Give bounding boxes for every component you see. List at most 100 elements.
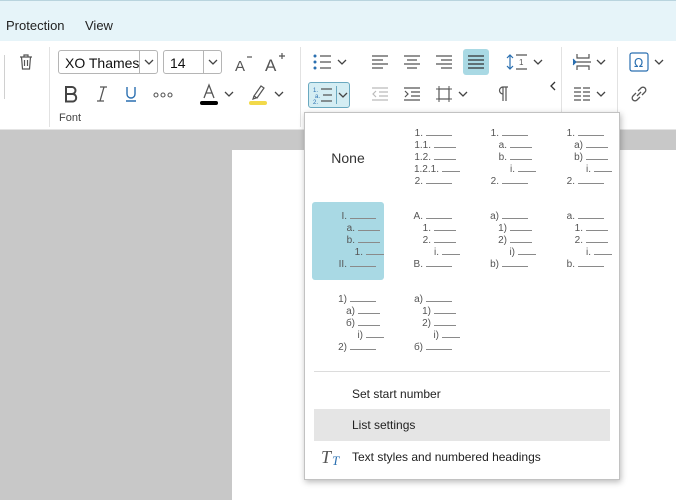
preset-level-row: 1) bbox=[464, 224, 536, 234]
preset-level-row: i. bbox=[464, 165, 536, 175]
numbering-preset-tile[interactable]: a) 1) 2) i) b) bbox=[464, 202, 536, 280]
justify-icon[interactable] bbox=[463, 49, 489, 75]
preset-level-line bbox=[442, 171, 460, 172]
symbol-icon[interactable]: Ω bbox=[628, 51, 650, 73]
highlight-icon[interactable] bbox=[247, 81, 269, 107]
preset-level-label: a. bbox=[346, 223, 355, 234]
numbering-preset-tile[interactable]: 1) a) б) i) 2) bbox=[312, 285, 384, 363]
preset-level-row: i) bbox=[464, 248, 536, 258]
preset-level-line bbox=[594, 171, 612, 172]
preset-level-line bbox=[578, 218, 604, 219]
preset-level-row: i. bbox=[388, 248, 460, 258]
italic-icon[interactable] bbox=[91, 83, 113, 105]
link-icon[interactable] bbox=[628, 83, 650, 105]
numbering-preset-tile[interactable]: 1. a. b. i. 2. bbox=[464, 119, 536, 197]
numbered-list-button[interactable]: 1. a. 2. bbox=[308, 82, 350, 108]
preset-level-label: 1. bbox=[354, 247, 363, 258]
preset-level-row: 1) bbox=[388, 307, 460, 317]
preset-level-label: a) bbox=[574, 140, 583, 151]
columns-icon[interactable] bbox=[570, 83, 594, 105]
numbering-none-tile[interactable]: None bbox=[312, 119, 384, 197]
preset-level-line bbox=[510, 159, 532, 160]
align-left-icon[interactable] bbox=[368, 51, 392, 73]
preset-level-row: A. bbox=[388, 212, 460, 222]
preset-level-label: i. bbox=[434, 247, 439, 258]
preset-level-row: II. bbox=[312, 260, 384, 270]
underline-icon[interactable] bbox=[120, 83, 142, 105]
page-break-icon[interactable] bbox=[570, 51, 594, 73]
menu-protection[interactable]: Protection bbox=[6, 18, 65, 33]
chevron-down-icon[interactable] bbox=[139, 51, 157, 73]
preset-level-row: б) bbox=[388, 343, 460, 353]
preset-level-label: i) bbox=[433, 330, 439, 341]
preset-level-line bbox=[586, 159, 608, 160]
preset-level-label: 1.2. bbox=[414, 152, 431, 163]
chevron-down-icon[interactable] bbox=[531, 55, 545, 69]
pilcrow-icon[interactable] bbox=[492, 83, 514, 105]
chevron-left-icon[interactable] bbox=[548, 79, 558, 93]
preset-level-row: 1.2. bbox=[388, 153, 460, 163]
preset-level-row: 1. bbox=[312, 248, 384, 258]
chevron-down-icon[interactable] bbox=[456, 87, 470, 101]
align-right-icon[interactable] bbox=[432, 51, 456, 73]
preset-level-label: b. bbox=[498, 152, 507, 163]
numbering-preset-tile[interactable]: I. a. b. 1. II. bbox=[312, 202, 384, 280]
preset-level-row: 1. bbox=[540, 224, 612, 234]
bullet-list-icon[interactable] bbox=[310, 51, 334, 73]
increase-indent-icon[interactable] bbox=[400, 83, 424, 105]
preset-level-line bbox=[518, 254, 536, 255]
preset-level-row: 2. bbox=[540, 236, 612, 246]
preset-level-row: a. bbox=[312, 224, 384, 234]
bold-icon[interactable] bbox=[60, 83, 82, 105]
more-formatting-icon[interactable] bbox=[151, 85, 175, 105]
preset-level-label: a) bbox=[414, 294, 423, 305]
align-center-icon[interactable] bbox=[400, 51, 424, 73]
preset-level-line bbox=[426, 349, 452, 350]
preset-level-label: 1.2.1. bbox=[413, 164, 439, 175]
text-styles-item[interactable]: TT Text styles and numbered headings bbox=[314, 441, 610, 473]
paragraph-borders-icon[interactable] bbox=[432, 83, 456, 105]
numbering-preset-tile[interactable]: a) 1) 2) i) б) bbox=[388, 285, 460, 363]
chevron-down-icon[interactable] bbox=[335, 55, 349, 69]
chevron-down-icon[interactable] bbox=[203, 51, 221, 73]
chevron-down-icon[interactable] bbox=[652, 55, 666, 69]
preset-level-row: b) bbox=[464, 260, 536, 270]
preset-level-row: a) bbox=[388, 295, 460, 305]
menu-view[interactable]: View bbox=[85, 18, 113, 33]
preset-level-line bbox=[426, 218, 452, 219]
decrease-font-icon[interactable]: A bbox=[232, 51, 256, 75]
preset-level-label: i) bbox=[357, 330, 363, 341]
ribbon-divider bbox=[4, 55, 5, 99]
set-start-number-label: Set start number bbox=[352, 387, 441, 401]
numbering-preset-tile[interactable]: a. 1. 2. i. b. bbox=[540, 202, 612, 280]
numbering-preset-tile[interactable]: A. 1. 2. i. B. bbox=[388, 202, 460, 280]
font-name-combo[interactable]: XO Thames bbox=[58, 50, 158, 74]
preset-level-row: 1.2.1. bbox=[388, 165, 460, 175]
delete-icon[interactable] bbox=[16, 51, 36, 73]
font-color-icon[interactable] bbox=[198, 81, 220, 107]
preset-level-row: I. bbox=[312, 212, 384, 222]
preset-level-row: 2. bbox=[388, 177, 460, 187]
chevron-down-icon[interactable] bbox=[222, 87, 236, 101]
numbering-preset-tile[interactable]: 1. a) b) i. 2. bbox=[540, 119, 612, 197]
preset-level-label: I. bbox=[341, 211, 347, 222]
set-start-number-item[interactable]: Set start number bbox=[314, 378, 610, 410]
increase-font-icon[interactable]: A bbox=[264, 49, 288, 75]
preset-level-row: б) bbox=[312, 319, 384, 329]
preset-level-line bbox=[426, 266, 452, 267]
preset-level-label: a. bbox=[498, 140, 507, 151]
chevron-down-icon[interactable] bbox=[594, 87, 608, 101]
preset-level-label: 2. bbox=[566, 176, 575, 187]
font-size-combo[interactable]: 14 bbox=[163, 50, 222, 74]
chevron-down-icon[interactable] bbox=[336, 86, 349, 104]
preset-level-label: i) bbox=[509, 247, 515, 258]
chevron-down-icon[interactable] bbox=[594, 55, 608, 69]
line-spacing-icon[interactable]: 1 bbox=[504, 51, 530, 73]
preset-level-line bbox=[434, 159, 456, 160]
preset-level-label: b) bbox=[574, 152, 583, 163]
preset-level-line bbox=[366, 337, 384, 338]
list-settings-item[interactable]: List settings bbox=[314, 409, 610, 441]
chevron-down-icon[interactable] bbox=[272, 87, 286, 101]
preset-level-row: b) bbox=[540, 153, 612, 163]
numbering-preset-tile[interactable]: 1. 1.1. 1.2. 1.2.1. 2. bbox=[388, 119, 460, 197]
